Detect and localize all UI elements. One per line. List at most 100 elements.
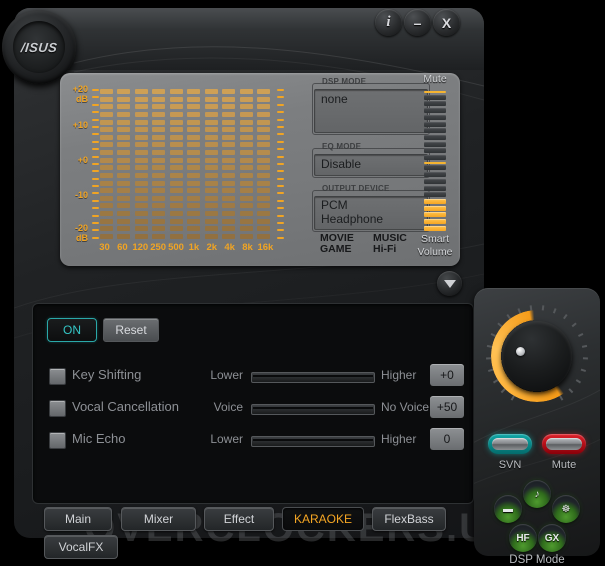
eq-band-2k[interactable] [205,89,218,239]
eq-segment [117,97,130,102]
eq-segment [205,120,218,125]
slider-value[interactable]: +0 [430,364,464,386]
karaoke-row: Vocal CancellationVoiceNo Voice+50 [33,396,473,422]
eq-segment [187,112,200,117]
eq-segment [135,112,148,117]
eq-segment [205,165,218,170]
eq-band-60[interactable] [117,89,130,239]
karaoke-row-label: Mic Echo [72,431,125,446]
eq-tick [92,111,99,113]
eq-band-1k[interactable] [187,89,200,239]
slider-key-shifting[interactable] [251,372,375,383]
eq-band-4k[interactable] [222,89,235,239]
eq-segment [117,196,130,201]
dsp-music-button[interactable]: ♪ [523,480,551,508]
volume-segment [424,155,446,160]
eq-segment [222,150,235,155]
eq-segment [117,211,130,216]
eq-segment [257,219,270,224]
eq-segment [152,127,165,132]
eq-freq-label: 500 [168,242,185,253]
eq-segment [240,165,253,170]
eq-segment [240,181,253,186]
karaoke-reset-button[interactable]: Reset [103,318,159,342]
eq-segment [152,188,165,193]
eq-segment [205,150,218,155]
eq-segment [152,142,165,147]
eq-band-16k[interactable] [257,89,270,239]
eq-tick [92,104,99,106]
tab-mixer[interactable]: Mixer [121,507,196,531]
volume-segment [424,142,446,147]
eq-scale-plus20: +20 [64,84,88,94]
collapse-panel-button[interactable] [437,271,462,296]
eq-segment [257,150,270,155]
slider-value[interactable]: 0 [430,428,464,450]
eq-band-120[interactable] [135,89,148,239]
slider-value[interactable]: +50 [430,396,464,418]
dsp-hf-button[interactable]: HF [509,524,537,552]
eq-mode-value[interactable]: Disable [314,154,428,176]
dsp-mode-value[interactable]: none [314,89,428,133]
eq-segment [240,234,253,239]
eq-band-sliders[interactable] [100,89,270,239]
karaoke-power-button[interactable]: ON [47,318,97,342]
eq-segment [205,211,218,216]
eq-segment [222,181,235,186]
checkbox-mic-echo[interactable] [49,432,66,449]
eq-segment [205,89,218,94]
mute-button[interactable] [542,434,586,454]
info-button[interactable]: i [375,9,402,36]
eq-band-30[interactable] [100,89,113,239]
dsp-movie-button[interactable]: ▬ [494,495,522,523]
eq-segment [240,219,253,224]
eq-segment [135,219,148,224]
volume-segment [424,186,446,191]
asus-wordmark: /ISUS [20,40,58,55]
checkbox-vocal-cancellation[interactable] [49,400,66,417]
checkbox-key-shifting[interactable] [49,368,66,385]
tab-main[interactable]: Main [44,507,112,531]
minimize-button[interactable]: – [404,9,431,36]
eq-segment [187,97,200,102]
eq-tick-scale-right [277,89,284,239]
eq-segment [240,142,253,147]
eq-band-250[interactable] [152,89,165,239]
eq-segment [187,158,200,163]
output-device-list[interactable]: PCM Headphone [314,196,428,230]
eq-segment [100,173,113,178]
eq-tick [92,237,99,239]
eq-segment [117,150,130,155]
eq-segment [187,135,200,140]
eq-segment [187,211,200,216]
tab-flexbass[interactable]: FlexBass [372,507,446,531]
svn-button[interactable] [488,434,532,454]
close-button[interactable]: X [433,9,460,36]
eq-band-500[interactable] [170,89,183,239]
eq-segment [222,104,235,109]
volume-column: Mute Smart Volume [412,73,458,266]
eq-tick [277,192,284,194]
output-device-pcm[interactable]: PCM [321,198,421,212]
tab-effect[interactable]: Effect [204,507,274,531]
smart-volume-meter[interactable] [424,91,446,231]
tab-bar: Main Mixer Effect KARAOKE FlexBass VocalFX [44,507,464,557]
karaoke-row: Key ShiftingLowerHigher+0 [33,364,473,390]
dsp-game-button[interactable]: ☸ [552,495,580,523]
eq-scale-unit-top: dB [64,94,88,104]
slider-vocal-cancellation[interactable] [251,404,375,415]
eq-segment [152,135,165,140]
dsp-gx-button[interactable]: GX [538,524,566,552]
tab-vocalfx[interactable]: VocalFX [44,535,118,559]
tab-karaoke[interactable]: KARAOKE [282,507,364,531]
slider-mic-echo[interactable] [251,436,375,447]
eq-tick [277,141,284,143]
eq-segment [117,219,130,224]
eq-segment [135,89,148,94]
eq-segment [257,234,270,239]
eq-band-8k[interactable] [240,89,253,239]
eq-segment [257,165,270,170]
eq-freq-label: 4k [221,242,238,253]
output-device-headphone[interactable]: Headphone [321,212,421,226]
volume-knob[interactable] [502,321,572,391]
